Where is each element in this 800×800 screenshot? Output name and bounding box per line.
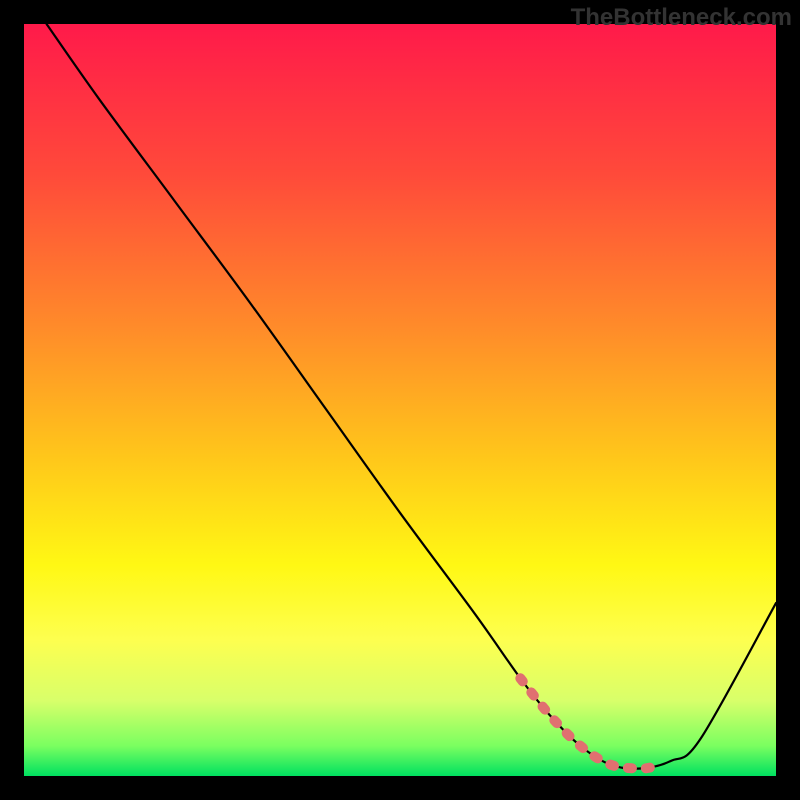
plot-area <box>24 24 776 776</box>
optimal-range-highlight <box>520 678 655 768</box>
curve-layer <box>24 24 776 776</box>
bottleneck-curve <box>47 24 776 769</box>
watermark-text: TheBottleneck.com <box>571 4 792 32</box>
chart-container: TheBottleneck.com <box>0 0 800 800</box>
